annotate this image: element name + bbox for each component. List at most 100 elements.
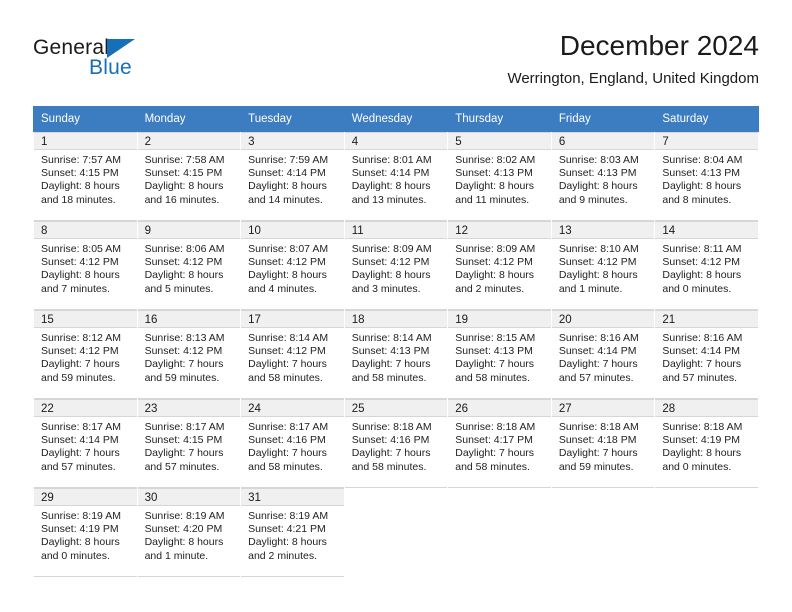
- calendar-day-cell: 28 Sunrise: 8:18 AM Sunset: 4:19 PM Dayligh…: [654, 399, 759, 488]
- day-daylight-line-text: and 58 minutes.: [455, 371, 530, 384]
- day-cell-22[interactable]: 22 Sunrise: 8:17 AM Sunset: 4:14 PM Dayligh…: [34, 399, 137, 488]
- day-daylight-line-text: and 14 minutes.: [248, 193, 323, 206]
- day-cell-17[interactable]: 17 Sunrise: 8:14 AM Sunset: 4:12 PM Dayligh…: [241, 310, 344, 399]
- day-daylight-line-text: and 58 minutes.: [351, 460, 427, 473]
- day-cell-15[interactable]: 15 Sunrise: 8:12 AM Sunset: 4:12 PM Dayligh…: [34, 310, 137, 399]
- calendar-day-cell: 20 Sunrise: 8:16 AM Sunset: 4:14 PM Dayligh…: [550, 310, 656, 399]
- day-cell-29[interactable]: 29 Sunrise: 8:19 AM Sunset: 4:19 PM Dayligh…: [34, 488, 137, 577]
- day-cell-1[interactable]: 1 Sunrise: 7:57 AM Sunset: 4:15 PM Daylight…: [34, 132, 137, 221]
- day-cell-3[interactable]: 3 Sunrise: 7:59 AM Sunset: 4:14 PM Daylight…: [241, 132, 344, 221]
- page-title: December 2024: [559, 30, 759, 61]
- day-sunrise-text: Sunrise: 8:09 AM: [351, 243, 432, 255]
- calendar-day-cell: 17 Sunrise: 8:14 AM Sunset: 4:12 PM Dayligh…: [240, 310, 345, 399]
- day-sunset-text: Sunset: 4:12 PM: [662, 256, 741, 269]
- day-details: Sunrise: 8:16 AM Sunset: 4:14 PM Daylight:…: [552, 328, 655, 385]
- day-details: Sunrise: 8:03 AM Sunset: 4:13 PM Daylight:…: [552, 150, 655, 207]
- day-sunrise-text: Sunrise: 8:18 AM: [662, 421, 743, 433]
- day-daylight-line-text: Daylight: 8 hours: [455, 269, 535, 282]
- day-cell-19[interactable]: 19 Sunrise: 8:15 AM Sunset: 4:13 PM Dayligh…: [448, 310, 551, 399]
- day-cell-7[interactable]: 7 Sunrise: 8:04 AM Sunset: 4:13 PM Daylight…: [655, 132, 758, 221]
- general-blue-logo[interactable]: General Blue: [33, 36, 233, 92]
- day-cell-18[interactable]: 18 Sunrise: 8:14 AM Sunset: 4:13 PM Dayligh…: [344, 310, 448, 399]
- weekday-header-saturday: Saturday: [654, 106, 759, 132]
- calendar-day-cell: [447, 488, 552, 577]
- day-sunset-text: Sunset: 4:12 PM: [41, 345, 119, 358]
- weekday-header-friday: Friday: [550, 106, 656, 132]
- day-cell-14[interactable]: 14 Sunrise: 8:11 AM Sunset: 4:12 PM Dayligh…: [655, 221, 758, 310]
- day-number: 15: [34, 310, 137, 328]
- day-sunrise-text: Sunrise: 8:05 AM: [41, 243, 121, 255]
- calendar-day-cell: 18 Sunrise: 8:14 AM Sunset: 4:13 PM Dayligh…: [343, 310, 449, 399]
- day-details: Sunrise: 7:58 AM Sunset: 4:15 PM Daylight:…: [138, 150, 241, 207]
- day-number: 26: [448, 399, 551, 417]
- day-sunrise-text: Sunrise: 7:58 AM: [144, 154, 225, 166]
- day-daylight-line-text: Daylight: 7 hours: [248, 358, 327, 371]
- day-number: 2: [137, 132, 241, 150]
- day-details: Sunrise: 8:09 AM Sunset: 4:12 PM Daylight:…: [448, 239, 551, 296]
- day-daylight-line-text: Daylight: 8 hours: [662, 447, 742, 460]
- day-daylight-line-text: Daylight: 7 hours: [455, 358, 535, 371]
- day-sunrise-text: Sunrise: 8:18 AM: [351, 421, 432, 433]
- day-cell-empty: [655, 488, 758, 577]
- day-cell-30[interactable]: 30 Sunrise: 8:19 AM Sunset: 4:20 PM Dayligh…: [137, 488, 241, 577]
- day-cell-11[interactable]: 11 Sunrise: 8:09 AM Sunset: 4:12 PM Dayligh…: [344, 221, 448, 310]
- day-number: 11: [344, 221, 448, 239]
- day-cell-21[interactable]: 21 Sunrise: 8:16 AM Sunset: 4:14 PM Dayligh…: [655, 310, 758, 399]
- day-cell-24[interactable]: 24 Sunrise: 8:17 AM Sunset: 4:16 PM Dayligh…: [241, 399, 344, 488]
- day-cell-16[interactable]: 16 Sunrise: 8:13 AM Sunset: 4:12 PM Dayligh…: [137, 310, 241, 399]
- day-number: 10: [241, 221, 344, 239]
- day-daylight-line-text: and 57 minutes.: [144, 460, 220, 473]
- day-daylight-line-text: Daylight: 8 hours: [41, 269, 120, 282]
- day-details: Sunrise: 7:57 AM Sunset: 4:15 PM Daylight:…: [34, 150, 137, 207]
- calendar-day-cell: 13 Sunrise: 8:10 AM Sunset: 4:12 PM Dayligh…: [550, 221, 656, 310]
- calendar-day-cell: 6 Sunrise: 8:03 AM Sunset: 4:13 PM Daylight…: [550, 132, 656, 221]
- day-cell-27[interactable]: 27 Sunrise: 8:18 AM Sunset: 4:18 PM Dayligh…: [551, 399, 655, 488]
- day-daylight-line-text: and 59 minutes.: [144, 371, 220, 384]
- calendar-day-cell: 11 Sunrise: 8:09 AM Sunset: 4:12 PM Dayligh…: [343, 221, 449, 310]
- day-details: Sunrise: 8:16 AM Sunset: 4:14 PM Daylight:…: [655, 328, 758, 385]
- calendar-day-cell: 19 Sunrise: 8:15 AM Sunset: 4:13 PM Dayligh…: [447, 310, 552, 399]
- day-cell-13[interactable]: 13 Sunrise: 8:10 AM Sunset: 4:12 PM Dayligh…: [551, 221, 655, 310]
- day-cell-25[interactable]: 25 Sunrise: 8:18 AM Sunset: 4:16 PM Dayligh…: [344, 399, 448, 488]
- day-daylight-line-text: and 0 minutes.: [41, 549, 110, 562]
- day-daylight-line-text: Daylight: 8 hours: [144, 536, 224, 549]
- day-daylight-line-text: Daylight: 8 hours: [144, 180, 224, 193]
- day-cell-23[interactable]: 23 Sunrise: 8:17 AM Sunset: 4:15 PM Dayligh…: [137, 399, 241, 488]
- calendar-grid: Sunday Monday Tuesday Wednesday Thursday…: [33, 106, 759, 577]
- calendar-day-cell: 15 Sunrise: 8:12 AM Sunset: 4:12 PM Dayligh…: [33, 310, 138, 399]
- day-cell-5[interactable]: 5 Sunrise: 8:02 AM Sunset: 4:13 PM Daylight…: [448, 132, 551, 221]
- calendar-day-cell: [343, 488, 449, 577]
- day-cell-10[interactable]: 10 Sunrise: 8:07 AM Sunset: 4:12 PM Dayligh…: [241, 221, 344, 310]
- day-daylight-line-text: Daylight: 7 hours: [351, 447, 431, 460]
- day-sunrise-text: Sunrise: 7:59 AM: [248, 154, 329, 166]
- calendar-day-cell: 5 Sunrise: 8:02 AM Sunset: 4:13 PM Daylight…: [447, 132, 552, 221]
- day-cell-31[interactable]: 31 Sunrise: 8:19 AM Sunset: 4:21 PM Dayligh…: [241, 488, 344, 577]
- day-cell-2[interactable]: 2 Sunrise: 7:58 AM Sunset: 4:15 PM Daylight…: [137, 132, 241, 221]
- calendar-day-cell: 16 Sunrise: 8:13 AM Sunset: 4:12 PM Dayligh…: [136, 310, 242, 399]
- day-details: Sunrise: 8:10 AM Sunset: 4:12 PM Daylight:…: [552, 239, 655, 296]
- day-cell-8[interactable]: 8 Sunrise: 8:05 AM Sunset: 4:12 PM Daylight…: [34, 221, 137, 310]
- day-daylight-line-text: and 57 minutes.: [662, 371, 738, 384]
- calendar-header-row: Sunday Monday Tuesday Wednesday Thursday…: [33, 106, 759, 132]
- page-header: General Blue December 2024 Werrington, E…: [33, 28, 759, 98]
- day-sunset-text: Sunset: 4:12 PM: [144, 345, 223, 358]
- day-details: Sunrise: 8:14 AM Sunset: 4:13 PM Daylight:…: [345, 328, 448, 385]
- day-cell-9[interactable]: 9 Sunrise: 8:06 AM Sunset: 4:12 PM Daylight…: [137, 221, 241, 310]
- day-sunset-text: Sunset: 4:12 PM: [455, 256, 533, 269]
- day-cell-empty: [551, 488, 655, 577]
- day-sunset-text: Sunset: 4:14 PM: [662, 345, 741, 358]
- day-cell-26[interactable]: 26 Sunrise: 8:18 AM Sunset: 4:17 PM Dayligh…: [448, 399, 551, 488]
- day-cell-6[interactable]: 6 Sunrise: 8:03 AM Sunset: 4:13 PM Daylight…: [551, 132, 655, 221]
- day-daylight-line-text: Daylight: 7 hours: [662, 358, 742, 371]
- day-cell-4[interactable]: 4 Sunrise: 8:01 AM Sunset: 4:14 PM Daylight…: [344, 132, 448, 221]
- day-cell-20[interactable]: 20 Sunrise: 8:16 AM Sunset: 4:14 PM Dayligh…: [551, 310, 655, 399]
- day-number: [448, 488, 551, 506]
- day-details: [655, 506, 758, 510]
- day-sunrise-text: Sunrise: 8:14 AM: [248, 332, 329, 344]
- day-details: Sunrise: 8:18 AM Sunset: 4:17 PM Daylight:…: [448, 417, 551, 474]
- day-cell-28[interactable]: 28 Sunrise: 8:18 AM Sunset: 4:19 PM Dayligh…: [655, 399, 758, 488]
- day-cell-12[interactable]: 12 Sunrise: 8:09 AM Sunset: 4:12 PM Dayligh…: [448, 221, 551, 310]
- day-sunrise-text: Sunrise: 8:06 AM: [144, 243, 225, 255]
- day-details: Sunrise: 8:01 AM Sunset: 4:14 PM Daylight:…: [345, 150, 448, 207]
- day-sunset-text: Sunset: 4:15 PM: [41, 167, 119, 180]
